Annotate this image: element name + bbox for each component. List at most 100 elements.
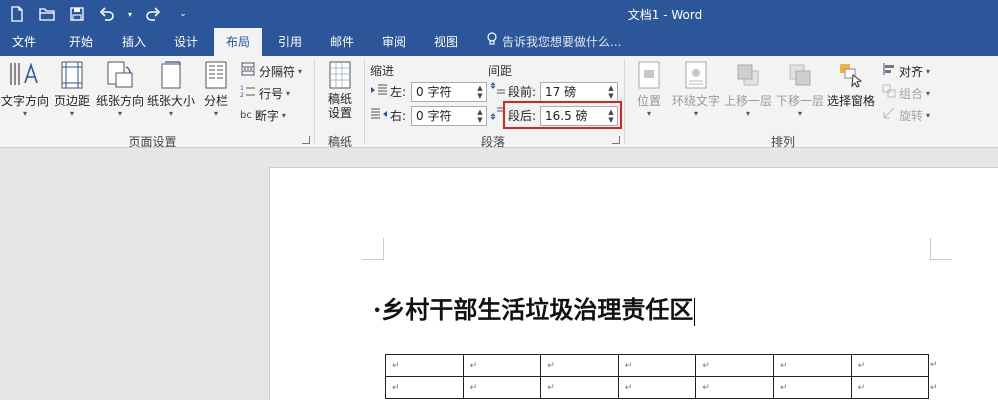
table-cell[interactable]: ↵	[540, 376, 619, 399]
spacing-before-field[interactable]: 17 磅 ▲ ▼	[540, 82, 618, 102]
indent-left-icon	[370, 82, 388, 102]
table-cell[interactable]: ↵	[772, 376, 852, 399]
open-folder-icon[interactable]	[36, 3, 58, 25]
tab-design[interactable]: 设计	[162, 28, 210, 56]
table-cell[interactable]: ↵	[617, 354, 697, 377]
indent-left-field[interactable]: 0 字符 ▲ ▼	[411, 82, 487, 102]
line-numbers-button[interactable]: 12 行号 ▾	[240, 84, 290, 104]
group-button[interactable]: 组合 ▾	[882, 84, 930, 104]
paper-size-icon	[147, 60, 195, 90]
document-heading[interactable]: ·乡村干部生活垃圾治理责任区	[373, 290, 696, 326]
margins-icon	[52, 60, 92, 90]
tab-view[interactable]: 视图	[422, 28, 470, 56]
window-title: 文档1 - Word	[627, 8, 703, 22]
group-separator	[314, 60, 315, 144]
tab-insert[interactable]: 插入	[110, 28, 158, 56]
chevron-down-icon: ▾	[22, 109, 27, 118]
table-cell[interactable]: ↵	[462, 376, 542, 399]
line-numbers-icon: 12	[240, 84, 256, 104]
bring-forward-button[interactable]: 上移一层 ▾	[723, 60, 773, 126]
row-end-mark: ↵	[930, 360, 938, 370]
dialog-launcher-icon[interactable]	[302, 136, 310, 144]
table-row: ↵ ↵ ↵ ↵ ↵ ↵ ↵	[385, 376, 930, 399]
tab-layout[interactable]: 布局	[214, 28, 262, 56]
spinner-arrows-icon[interactable]: ▲ ▼	[476, 108, 484, 124]
redo-icon[interactable]	[142, 3, 164, 25]
breaks-button[interactable]: 分隔符 ▾	[240, 62, 302, 82]
dialog-launcher-icon[interactable]	[612, 136, 620, 144]
chevron-down-icon: ▾	[693, 109, 698, 118]
chevron-down-icon: ▾	[926, 111, 931, 120]
ribbon-tabs: 文件 开始 插入 设计 布局 引用 邮件 审阅 视图 告诉我您想要做什么...	[0, 28, 998, 56]
table-cell[interactable]: ↵	[540, 354, 619, 377]
tell-me-box[interactable]: 告诉我您想要做什么...	[486, 28, 621, 56]
spacing-before-label: 段前:	[490, 82, 536, 102]
chevron-down-icon: ▾	[69, 109, 74, 118]
columns-button[interactable]: 分栏 ▾	[200, 60, 232, 126]
text-cursor	[694, 297, 696, 326]
position-icon	[630, 60, 668, 90]
row-end-mark: ↵	[930, 383, 938, 393]
hyphenation-button[interactable]: bc 断字 ▾	[240, 106, 286, 126]
table-cell[interactable]: ↵	[385, 376, 464, 399]
spacing-before-icon	[490, 82, 506, 102]
tab-references[interactable]: 引用	[266, 28, 314, 56]
title-bar: ▾ ⌄ 文档1 - Word	[0, 0, 998, 28]
customize-qat-icon[interactable]: ⌄	[172, 3, 194, 25]
svg-text:2: 2	[240, 92, 244, 98]
indent-right-icon	[370, 106, 388, 126]
spinner-arrows-icon[interactable]: ▲ ▼	[476, 84, 484, 100]
table-cell[interactable]: ↵	[462, 354, 542, 377]
table-cell[interactable]: ↵	[385, 354, 464, 377]
save-icon[interactable]	[66, 3, 88, 25]
document-table[interactable]: ↵ ↵ ↵ ↵ ↵ ↵ ↵ ↵ ↵ ↵ ↵ ↵ ↵ ↵	[385, 354, 930, 399]
chevron-down-icon: ▾	[797, 109, 802, 118]
table-row: ↵ ↵ ↵ ↵ ↵ ↵ ↵	[385, 354, 930, 377]
new-doc-icon[interactable]	[6, 3, 28, 25]
align-icon	[882, 62, 896, 82]
tab-review[interactable]: 审阅	[370, 28, 418, 56]
tab-home[interactable]: 开始	[56, 28, 106, 56]
paper-settings-button[interactable]: 稿纸 设置	[320, 60, 360, 126]
svg-text:1: 1	[240, 85, 244, 92]
wrap-text-icon	[670, 60, 722, 90]
ribbon: 文字方向 ▾ 页边距 ▾ 纸张方向 ▾ 纸张大小 ▾ 分栏 ▾ 分隔符 ▾ 1 …	[0, 56, 998, 149]
undo-icon[interactable]	[96, 3, 118, 25]
bring-forward-icon	[723, 60, 773, 90]
selection-pane-button[interactable]: 选择窗格	[827, 60, 875, 126]
orientation-button[interactable]: 纸张方向 ▾	[95, 60, 145, 126]
breaks-icon	[240, 62, 256, 82]
selection-pane-icon	[827, 60, 875, 90]
table-cell[interactable]: ↵	[850, 354, 930, 377]
chevron-down-icon: ▾	[213, 109, 218, 118]
rotate-icon	[882, 106, 896, 126]
spinner-arrows-icon[interactable]: ▲ ▼	[607, 84, 615, 100]
text-direction-button[interactable]: 文字方向 ▾	[0, 60, 50, 126]
table-cell[interactable]: ↵	[850, 376, 930, 399]
rotate-button[interactable]: 旋转 ▾	[882, 106, 930, 126]
indent-right-field[interactable]: 0 字符 ▲ ▼	[411, 106, 487, 126]
chevron-down-icon: ▾	[281, 111, 286, 120]
margin-corner-mark	[362, 238, 384, 260]
send-backward-button[interactable]: 下移一层 ▾	[775, 60, 825, 126]
paper-grid-icon	[320, 60, 360, 90]
chevron-down-icon: ▾	[646, 109, 651, 118]
table-cell[interactable]: ↵	[617, 376, 697, 399]
margins-button[interactable]: 页边距 ▾	[52, 60, 92, 126]
position-button[interactable]: 位置 ▾	[630, 60, 668, 126]
chevron-down-icon: ▾	[298, 67, 303, 76]
group-separator	[624, 60, 625, 144]
tab-file[interactable]: 文件	[0, 28, 48, 56]
table-cell[interactable]: ↵	[695, 376, 774, 399]
align-button[interactable]: 对齐 ▾	[882, 62, 930, 82]
tab-mailings[interactable]: 邮件	[318, 28, 366, 56]
chevron-down-icon: ▾	[117, 109, 122, 118]
chevron-down-icon[interactable]: ▾	[126, 3, 134, 25]
size-button[interactable]: 纸张大小 ▾	[147, 60, 195, 126]
table-cell[interactable]: ↵	[695, 354, 774, 377]
table-cell[interactable]: ↵	[772, 354, 852, 377]
chevron-down-icon: ▾	[745, 109, 750, 118]
chevron-down-icon: ▾	[926, 67, 931, 76]
spacing-title: 间距	[488, 64, 513, 78]
wrap-text-button[interactable]: 环绕文字 ▾	[670, 60, 722, 126]
